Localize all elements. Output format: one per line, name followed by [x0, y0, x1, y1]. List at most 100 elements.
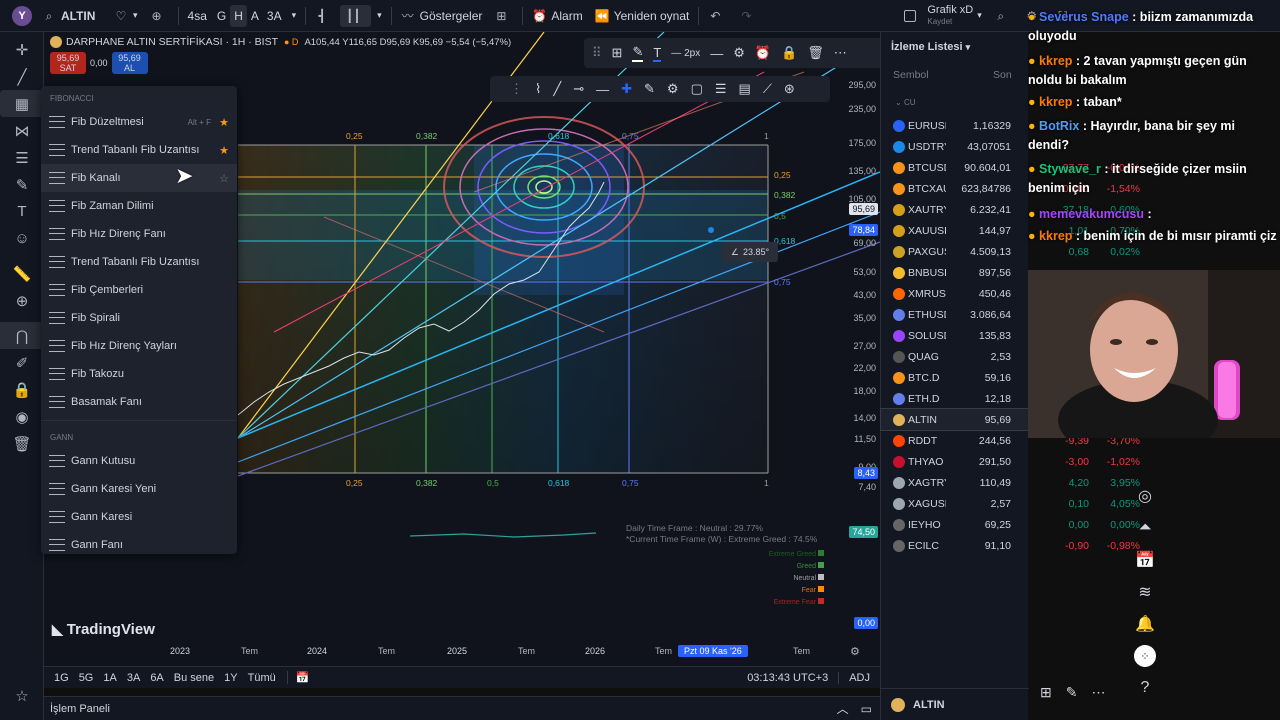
fib-tool[interactable]: ▦	[0, 90, 44, 117]
time-axis[interactable]: 2023 Tem 2024 Tem 2025 Tem 2026 Tem Tem …	[44, 645, 880, 662]
fib-item[interactable]: Fib Zaman Dilimi	[41, 192, 237, 220]
user-avatar[interactable]: Y	[0, 0, 36, 32]
sell-button[interactable]: 95,69 SAT	[50, 52, 86, 74]
watchlist-row[interactable]: XMRUST 450,46	[881, 283, 1029, 304]
interval-week[interactable]: H	[230, 4, 247, 27]
line-style-button[interactable]: ―	[710, 46, 723, 61]
candle-style-button[interactable]: ┃┃	[340, 4, 372, 27]
favorites-tool[interactable]: ☆	[0, 682, 44, 709]
horizontal-ray-icon[interactable]: ⊸	[573, 81, 584, 97]
col-symbol[interactable]: Sembol	[893, 69, 929, 81]
rectangle-icon[interactable]: ▢	[691, 81, 703, 97]
fib-item[interactable]: Fib Takozu	[41, 360, 237, 388]
adj-toggle[interactable]: ADJ	[838, 671, 880, 684]
ideas-icon[interactable]: ⏶	[1128, 512, 1162, 544]
magnet-tool[interactable]: ⋂	[0, 322, 44, 349]
trendline-tool[interactable]: ╱	[0, 63, 44, 90]
templates-button[interactable]: ⊞	[488, 0, 519, 32]
watchlist-row[interactable]: PAXGUSD4.509,130,680,02%	[881, 241, 1140, 262]
watchlist-row[interactable]: QUAG 2,53	[881, 346, 1029, 367]
brush-tool[interactable]: ✎	[0, 171, 44, 198]
date-range-button[interactable]: 📅	[286, 671, 318, 684]
pattern-icon[interactable]: ⚙	[667, 81, 679, 97]
col-last[interactable]: Son	[993, 69, 1012, 81]
lock-icon[interactable]: 🔒	[781, 45, 797, 61]
watchlist-row[interactable]: ETHUSDT 3.086,64	[881, 304, 1029, 325]
interval-day[interactable]: G	[213, 0, 230, 32]
apps-grid-icon[interactable]: ⁘	[1128, 640, 1162, 672]
fib-time-icon[interactable]: ▤	[739, 81, 751, 97]
indicators-button[interactable]: 〰 Göstergeler	[395, 0, 489, 32]
fib-item[interactable]: Fib Hız Direnç Fanı	[41, 220, 237, 248]
pen-icon[interactable]: ✎	[644, 81, 655, 97]
watchlist-row[interactable]: EURUSD 1,16329	[881, 115, 1029, 136]
emoji-tool[interactable]: ☺	[0, 225, 44, 252]
brush-icon[interactable]: ⟋	[763, 81, 772, 97]
range-1d[interactable]: 1G	[44, 672, 74, 684]
watchlist-footer[interactable]: ALTIN	[881, 688, 1029, 720]
quick-search-button[interactable]: ⌕	[988, 0, 1019, 32]
text-color-button[interactable]: T	[653, 45, 662, 62]
crosshair-tool[interactable]: ✛	[0, 36, 44, 63]
star-outline-icon[interactable]: ☆	[219, 172, 229, 185]
bar-style-button[interactable]: ┫	[309, 0, 340, 32]
alarm-button[interactable]: ⏰ Alarm	[526, 0, 588, 32]
watchlist-row[interactable]: XAGUSD2,570,104,05%	[881, 493, 1140, 514]
more-icon[interactable]: ⋯	[834, 45, 847, 61]
target-icon[interactable]: ◎	[1128, 480, 1162, 512]
watchlist-row[interactable]: BTCXAU623,84786-0,200-1,54%	[881, 178, 1140, 199]
measure-tool[interactable]: 📏	[0, 260, 44, 287]
clock[interactable]: 03:13:43 UTC+3	[747, 672, 838, 684]
watchlist-row[interactable]: RDDT 244,56 -9,39 -3,70%	[881, 430, 1140, 451]
fib-item[interactable]: Trend Tabanlı Fib Uzantısı	[41, 248, 237, 276]
alert-icon[interactable]: ⏰	[755, 45, 771, 61]
lock-drawings-tool[interactable]: 🔒	[0, 376, 44, 403]
watchlist-title[interactable]: İzleme Listesi ▾	[891, 41, 970, 53]
fib-item[interactable]: Basamak Fanı	[41, 388, 237, 416]
range-1y[interactable]: 1Y	[219, 672, 242, 684]
watchlist-row[interactable]: BTC.D 59,16	[881, 367, 1029, 388]
fib-item[interactable]: Fib Kanalı ☆	[41, 164, 237, 192]
star-filled-icon[interactable]: ★	[219, 116, 229, 129]
range-1m[interactable]: 1A	[98, 672, 121, 684]
watchlist-row[interactable]: IEYHO 69,25 0,00 0,00%	[881, 514, 1140, 535]
help-icon[interactable]: ?	[1128, 672, 1162, 704]
watchlist-row[interactable]: XAGTRY110,494,203,95%	[881, 472, 1140, 493]
drawing-anchor-point[interactable]	[708, 227, 714, 233]
forecast-tool[interactable]: ☰	[0, 144, 44, 171]
fib-icon[interactable]: ☰	[715, 81, 727, 97]
trading-panel-tab[interactable]: İşlem Paneli	[44, 703, 110, 715]
redo-button[interactable]: ↷	[733, 0, 764, 32]
add-symbol-button[interactable]: ⊕	[144, 0, 175, 32]
template-icon[interactable]: ⊞	[612, 45, 623, 61]
gann-item[interactable]: Gann Karesi	[41, 503, 237, 531]
price-axis[interactable]: 295,00 235,00 175,00 135,00 105,00 69,00…	[832, 70, 880, 630]
compare-symbol-button[interactable]: ♡ ▾	[108, 0, 144, 32]
watchlist-row[interactable]: USDTRY 43,07051	[881, 136, 1029, 157]
more-icon[interactable]: ⋯	[1091, 684, 1105, 701]
buy-button[interactable]: 95,69 AL	[111, 52, 148, 74]
drag-handle-icon[interactable]: ⋮	[510, 81, 523, 97]
stay-drawing-tool[interactable]: ✐	[0, 349, 44, 376]
watchlist-row[interactable]: BNBUSDT 897,56	[881, 262, 1029, 283]
watchlist-row[interactable]: XAUUSD144,971,010,70%	[881, 220, 1140, 241]
trendline-icon[interactable]: ╱	[553, 81, 561, 97]
chevron-up-icon[interactable]: ︿	[837, 700, 861, 717]
line-width-button[interactable]: — 2px	[671, 48, 700, 59]
interval-3month[interactable]: 3A	[263, 0, 286, 32]
gann-item[interactable]: Gann Karesi Yeni	[41, 475, 237, 503]
range-5d[interactable]: 5G	[74, 672, 99, 684]
star-filled-icon[interactable]: ★	[219, 144, 229, 157]
watchlist-row[interactable]: ECILC 91,10 -0,90 -0,98%	[881, 535, 1140, 556]
cross-line-icon[interactable]: ✚	[621, 81, 632, 97]
horizontal-line-icon[interactable]: —	[596, 82, 609, 97]
gann-item[interactable]: Gann Kutusu	[41, 447, 237, 475]
watchlist-row[interactable]: SOLUSDT 135,83	[881, 325, 1029, 346]
layout-button[interactable]: Grafik xD Kaydet ▾	[898, 0, 987, 32]
interval-month[interactable]: A	[247, 0, 263, 32]
pattern-tool[interactable]: ⋈	[0, 117, 44, 144]
fib-item[interactable]: Fib Hız Direnç Yayları	[41, 332, 237, 360]
hide-drawings-tool[interactable]: ◉	[0, 403, 44, 430]
symbol-search[interactable]: ⌕ ALTIN	[36, 0, 108, 32]
calendar-icon[interactable]: 📅	[1128, 544, 1162, 576]
